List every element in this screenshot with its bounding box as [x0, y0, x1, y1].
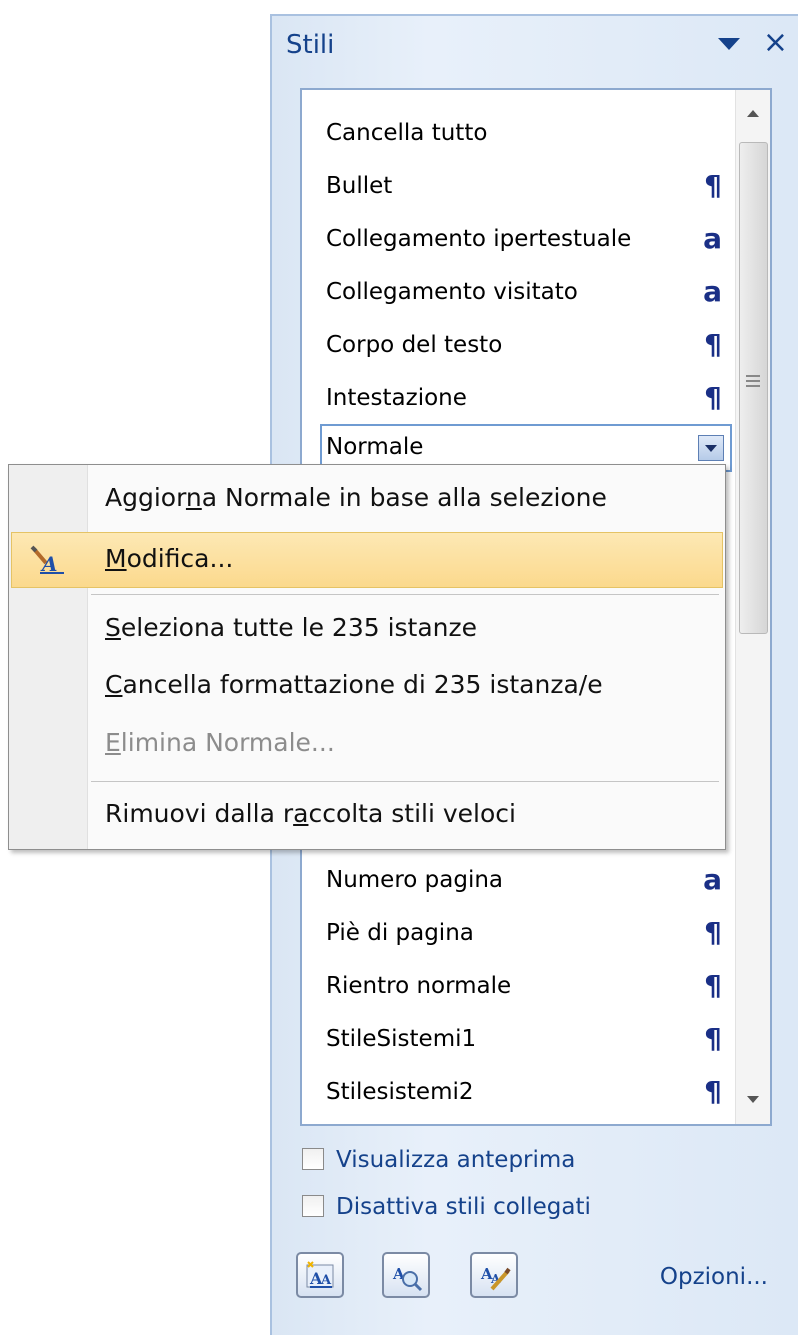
menu-item-remove-from-quick-styles[interactable]: Rimuovi dalla raccolta stili veloci	[11, 787, 723, 843]
menu-item-label: Seleziona tutte le 235 istanze	[105, 613, 478, 642]
paragraph-mark-icon: ¶	[704, 1022, 722, 1055]
character-style-icon: a	[703, 275, 722, 308]
style-item-bullet[interactable]: Bullet ¶	[320, 163, 732, 211]
disable-linked-styles-label: Disattiva stili collegati	[336, 1194, 591, 1220]
menu-item-label: Cancella formattazione di 235 istanza/e	[105, 670, 603, 699]
style-name: Intestazione	[326, 385, 467, 411]
scroll-up-arrow-icon[interactable]	[736, 94, 770, 134]
style-name: Cancella tutto	[326, 120, 488, 146]
menu-item-label: Elimina Normale...	[105, 728, 335, 757]
menu-item-select-all-instances[interactable]: Seleziona tutte le 235 istanze	[11, 601, 723, 657]
new-style-button[interactable]: A A	[296, 1252, 344, 1298]
manage-styles-icon: A A	[480, 1265, 511, 1291]
character-style-icon: a	[703, 863, 722, 896]
menu-separator	[91, 594, 719, 595]
paragraph-mark-icon: ¶	[704, 328, 722, 361]
options-link[interactable]: Opzioni...	[660, 1264, 768, 1290]
style-name: Bullet	[326, 173, 393, 199]
style-item-collegamento-ipertestuale[interactable]: Collegamento ipertestuale a	[320, 216, 732, 264]
style-name: Normale	[326, 434, 424, 460]
scroll-down-arrow-icon[interactable]	[736, 1080, 770, 1120]
show-preview-label: Visualizza anteprima	[336, 1147, 576, 1173]
style-name: Rientro normale	[326, 973, 512, 999]
style-name: Stilesistemi2	[326, 1079, 474, 1105]
style-name: Collegamento visitato	[326, 279, 578, 305]
disable-linked-styles-option[interactable]: Disattiva stili collegati	[302, 1194, 591, 1220]
style-name: Corpo del testo	[326, 332, 503, 358]
style-item-corpo-del-testo[interactable]: Corpo del testo ¶	[320, 322, 732, 370]
svg-text:A: A	[40, 552, 58, 575]
disable-linked-styles-checkbox[interactable]	[302, 1195, 324, 1217]
show-preview-option[interactable]: Visualizza anteprima	[302, 1147, 575, 1173]
close-icon[interactable]: ×	[763, 28, 788, 58]
menu-item-label: Aggiorna Normale in base alla selezione	[105, 483, 607, 512]
style-item-rientro-normale[interactable]: Rientro normale ¶	[320, 963, 732, 1011]
paragraph-mark-icon: ¶	[704, 381, 722, 414]
menu-item-label: Modifica...	[105, 544, 234, 573]
grip-icon	[746, 375, 760, 387]
style-item-stilesistemi2[interactable]: Stilesistemi2 ¶	[320, 1069, 732, 1117]
styles-scrollbar[interactable]	[735, 90, 770, 1124]
style-name: Collegamento ipertestuale	[326, 226, 632, 252]
menu-item-clear-formatting[interactable]: Cancella formattazione di 235 istanza/e	[11, 658, 723, 714]
style-item-collegamento-visitato[interactable]: Collegamento visitato a	[320, 269, 732, 317]
pane-title: Stili	[286, 30, 335, 60]
show-preview-checkbox[interactable]	[302, 1148, 324, 1170]
character-style-icon: a	[703, 222, 722, 255]
menu-item-update-normal[interactable]: Aggiorna Normale in base alla selezione	[11, 471, 723, 527]
manage-styles-button[interactable]: A A	[470, 1252, 518, 1298]
svg-text:A: A	[320, 1273, 332, 1288]
style-inspector-icon: A	[392, 1265, 423, 1292]
menu-item-label: Rimuovi dalla raccolta stili veloci	[105, 799, 516, 828]
paragraph-mark-icon: ¶	[704, 1075, 722, 1108]
style-name: Piè di pagina	[326, 920, 474, 946]
style-name: StileSistemi1	[326, 1026, 477, 1052]
style-item-stilesistemi1[interactable]: StileSistemi1 ¶	[320, 1016, 732, 1064]
menu-separator	[91, 781, 719, 782]
menu-item-delete-normal: Elimina Normale...	[11, 716, 723, 772]
style-inspector-button[interactable]: A	[382, 1252, 430, 1298]
paragraph-mark-icon: ¶	[704, 916, 722, 949]
style-item-cancella-tutto[interactable]: Cancella tutto	[320, 110, 732, 158]
style-dropdown-button[interactable]	[698, 435, 724, 461]
pane-options-dropdown-icon[interactable]	[718, 38, 740, 50]
style-context-menu: Aggiorna Normale in base alla selezione …	[8, 464, 726, 850]
style-item-pie-di-pagina[interactable]: Piè di pagina ¶	[320, 910, 732, 958]
new-style-icon: A A	[306, 1261, 334, 1288]
paragraph-mark-icon: ¶	[704, 169, 722, 202]
paragraph-mark-icon: ¶	[704, 969, 722, 1002]
scrollbar-thumb[interactable]	[739, 142, 768, 634]
menu-item-modify[interactable]: A Modifica...	[11, 532, 723, 588]
modify-style-icon: A	[30, 545, 68, 581]
style-name: Numero pagina	[326, 867, 504, 893]
style-item-numero-pagina[interactable]: Numero pagina a	[320, 857, 732, 905]
style-item-intestazione[interactable]: Intestazione ¶	[320, 375, 732, 423]
